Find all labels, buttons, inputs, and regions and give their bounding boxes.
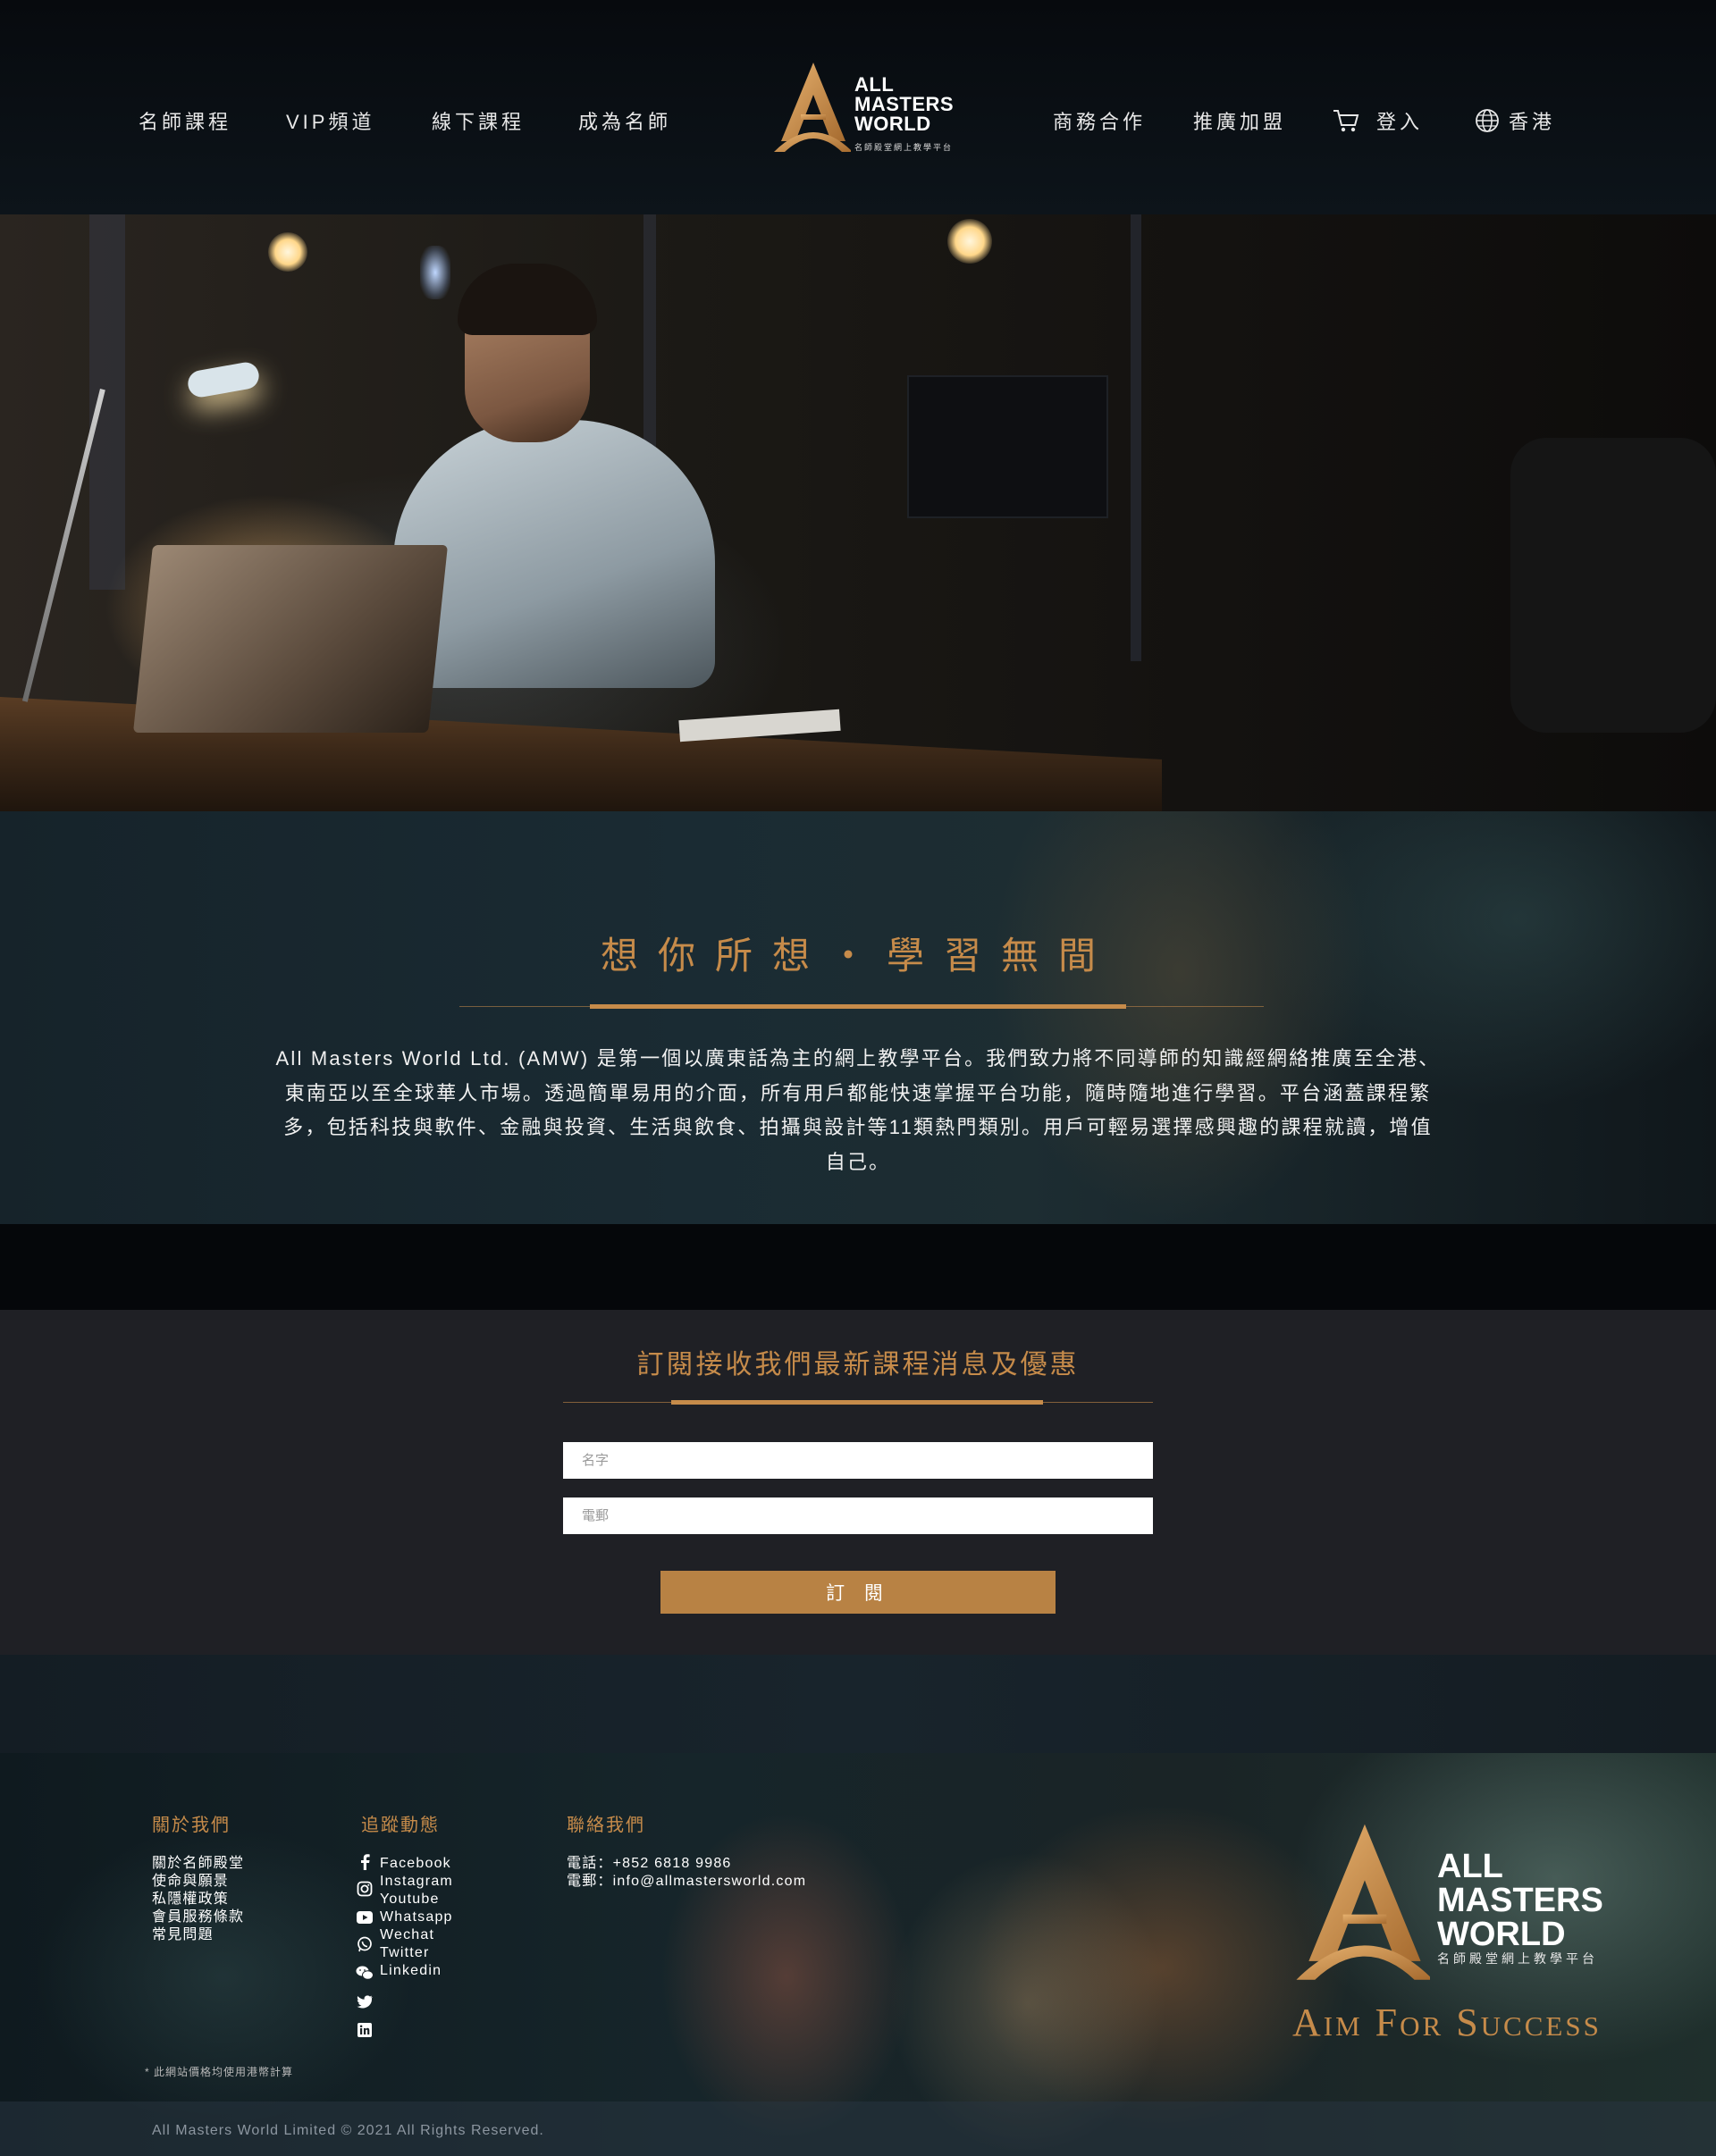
copyright-text: All Masters World Limited © 2021 All Rig…: [152, 2123, 544, 2138]
about-section: 想你所想・學習無間 All Masters World Ltd. (AMW) 是…: [0, 811, 1716, 1224]
footer-link-twitter[interactable]: Twitter: [380, 1944, 453, 1962]
nav-masters-courses[interactable]: 名師課程: [139, 106, 231, 135]
subscribe-title: 訂閱接收我們最新課程消息及優惠: [636, 1350, 1080, 1380]
footer-about-links: 關於名師殿堂 使命與願景 私隱權政策 會員服務條款 常見問題: [152, 1855, 244, 1944]
footer-link-youtube[interactable]: Youtube: [380, 1891, 453, 1909]
footer-social-heading: 追蹤動態: [361, 1816, 440, 1835]
site-header: 名師課程 VIP頻道 線下課程 成為名師 ALL MASTERS WORLD 名…: [0, 0, 1716, 214]
wechat-icon[interactable]: [356, 1964, 374, 1982]
section-spacer: [0, 1224, 1716, 1310]
about-divider-accent: [590, 1004, 1126, 1009]
background-chair: [1510, 438, 1716, 733]
nav-login[interactable]: 登入: [1332, 106, 1423, 135]
whatsapp-icon[interactable]: [356, 1935, 374, 1953]
footer-link-faq[interactable]: 常見問題: [152, 1926, 244, 1944]
section-spacer: [0, 1655, 1716, 1753]
person-hair: [458, 264, 597, 335]
subscribe-section: 訂閱接收我們最新課程消息及優惠 訂 閱: [0, 1310, 1716, 1655]
footer-logo-tagline: 名師殿堂網上教學平台: [1437, 1951, 1598, 1966]
subscribe-button[interactable]: 訂 閱: [660, 1571, 1056, 1614]
twitter-icon[interactable]: [356, 1992, 374, 2010]
ceiling-light: [268, 232, 307, 272]
nav-franchise[interactable]: 推廣加盟: [1193, 106, 1286, 135]
login-label: 登入: [1376, 111, 1424, 133]
instagram-icon[interactable]: [356, 1880, 374, 1898]
footer-about-heading: 關於我們: [152, 1816, 231, 1835]
nav-region-select[interactable]: 香港: [1475, 106, 1555, 135]
site-footer: 關於我們 關於名師殿堂 使命與願景 私隱權政策 會員服務條款 常見問題 追蹤動態: [0, 1753, 1716, 2156]
header-logo[interactable]: ALL MASTERS WORLD 名師殿堂網上教學平台: [769, 59, 954, 155]
subscribe-divider-accent: [671, 1400, 1043, 1405]
footer-link-about[interactable]: 關於名師殿堂: [152, 1855, 244, 1873]
footer-contact-heading: 聯絡我們: [567, 1816, 645, 1835]
footer-logo-wordmark: ALL MASTERS WORLD: [1437, 1848, 1603, 1953]
footer-link-instagram[interactable]: Instagram: [380, 1873, 453, 1891]
papers-on-desk: [678, 709, 841, 742]
ceiling-light: [947, 219, 992, 264]
globe-icon: [1476, 109, 1499, 132]
cart-icon: [1333, 110, 1359, 132]
footer-slogan: Aim For Success: [1292, 2001, 1602, 2044]
hero-window-frame: [89, 214, 125, 590]
logo-tagline: 名師殿堂網上教學平台: [854, 143, 954, 152]
window-light: [420, 246, 450, 299]
nav-become-master[interactable]: 成為名師: [578, 106, 671, 135]
footer-link-mission[interactable]: 使命與願景: [152, 1873, 244, 1891]
footer-link-terms[interactable]: 會員服務條款: [152, 1909, 244, 1926]
contact-email[interactable]: 電郵：info@allmastersworld.com: [567, 1873, 806, 1891]
currency-note: * 此網站價格均使用港幣計算: [145, 2066, 294, 2078]
footer-contact-info: 電話：+852 6818 9986 電郵：info@allmastersworl…: [567, 1855, 806, 1891]
hero-image: [0, 214, 1716, 811]
footer-link-facebook[interactable]: Facebook: [380, 1855, 453, 1873]
about-title: 想你所想・學習無間: [600, 935, 1115, 977]
logo-wordmark: ALL MASTERS WORLD: [854, 73, 955, 135]
hero-window-frame: [1131, 214, 1141, 661]
contact-phone[interactable]: 電話：+852 6818 9986: [567, 1855, 806, 1873]
linkedin-icon[interactable]: [356, 2021, 374, 2039]
footer-logo: ALL MASTERS WORLD 名師殿堂網上教學平台: [1287, 1816, 1609, 2030]
footer-social-links: Facebook Instagram Youtube Whatsapp Wech…: [380, 1855, 453, 1980]
background-monitor: [907, 375, 1108, 518]
desk-lamp-head: [186, 360, 261, 399]
nav-offline-courses[interactable]: 線下課程: [432, 106, 525, 135]
logo-mark-icon: [774, 63, 851, 152]
laptop: [132, 545, 449, 733]
footer-link-linkedin[interactable]: Linkedin: [380, 1962, 453, 1980]
about-description: All Masters World Ltd. (AMW) 是第一個以廣東話為主的…: [275, 1047, 1441, 1173]
footer-logo-mark-icon: [1296, 1824, 1434, 1980]
footer-link-privacy[interactable]: 私隱權政策: [152, 1891, 244, 1909]
nav-business[interactable]: 商務合作: [1053, 106, 1146, 135]
name-field[interactable]: [563, 1442, 1153, 1479]
email-field[interactable]: [563, 1497, 1153, 1534]
region-label: 香港: [1509, 111, 1556, 133]
footer-link-whatsapp[interactable]: Whatsapp: [380, 1909, 453, 1926]
youtube-icon[interactable]: [356, 1909, 374, 1926]
nav-vip-channel[interactable]: VIP頻道: [286, 106, 374, 135]
footer-link-wechat[interactable]: Wechat: [380, 1926, 453, 1944]
facebook-icon[interactable]: [356, 1853, 374, 1871]
